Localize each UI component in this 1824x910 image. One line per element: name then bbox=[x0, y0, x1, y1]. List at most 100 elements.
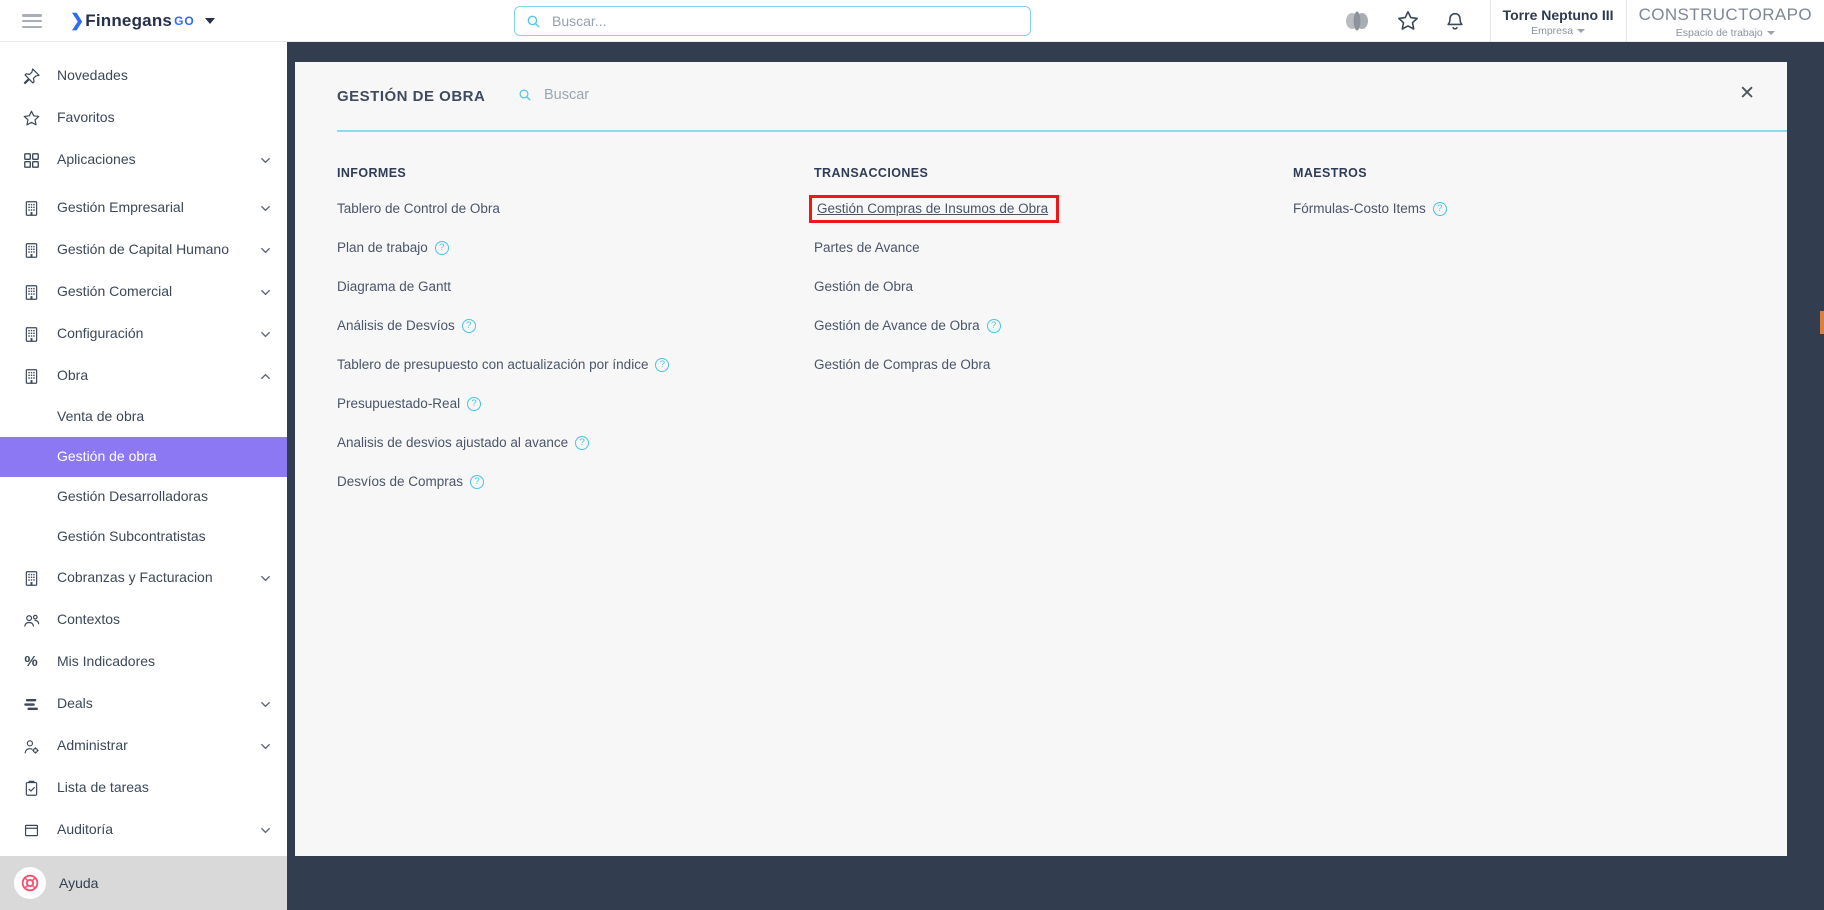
workspace-selector-label: Espacio de trabajo bbox=[1676, 27, 1775, 39]
workspace-selector[interactable]: CONSTRUCTORAPO Espacio de trabajo bbox=[1625, 0, 1824, 42]
sidebar-item-label: Gestión Desarrolladoras bbox=[57, 488, 208, 505]
menu-item-desvios-de-compras[interactable]: Desvíos de Compras bbox=[337, 474, 463, 489]
close-icon[interactable] bbox=[1735, 78, 1759, 109]
logo-arrow-icon bbox=[70, 11, 84, 31]
sidebar-item-cobranzas-y-facturacion[interactable]: Cobranzas y Facturacion bbox=[0, 557, 287, 599]
window-icon bbox=[20, 819, 42, 841]
help-icon[interactable] bbox=[575, 435, 590, 450]
menu-item-partes-de-avance[interactable]: Partes de Avance bbox=[814, 240, 920, 255]
menu-item-row: Gestión de Obra bbox=[814, 277, 1293, 296]
sidebar-item-label: Administrar bbox=[57, 737, 128, 754]
sidebar-item-label: Gestión de obra bbox=[57, 448, 157, 465]
help-icon[interactable] bbox=[470, 474, 485, 489]
sidebar-item-venta-de-obra[interactable]: Venta de obra bbox=[0, 397, 287, 437]
chevron-down-icon[interactable] bbox=[258, 243, 273, 258]
help-bar[interactable]: Ayuda bbox=[0, 856, 287, 910]
chevron-down-icon[interactable] bbox=[258, 571, 273, 586]
help-icon[interactable] bbox=[655, 357, 670, 372]
sidebar-item-mis-indicadores[interactable]: % Mis Indicadores bbox=[0, 641, 287, 683]
help-icon[interactable] bbox=[467, 396, 482, 411]
menu-item-gestion-de-avance-de-obra[interactable]: Gestión de Avance de Obra bbox=[814, 318, 980, 333]
menu-item-row: Gestión Compras de Insumos de Obra bbox=[809, 194, 1293, 223]
menu-item-presupuestado-real[interactable]: Presupuestado-Real bbox=[337, 396, 460, 411]
sidebar-item-gestion-de-capital-humano[interactable]: Gestión de Capital Humano bbox=[0, 229, 287, 271]
global-search-input[interactable] bbox=[550, 12, 1020, 30]
sidebar-item-lista-de-tareas[interactable]: Lista de tareas bbox=[0, 767, 287, 809]
chevron-down-icon[interactable] bbox=[258, 739, 273, 754]
edge-accent bbox=[1820, 311, 1824, 334]
menu-item-tablero-de-presupuesto-con-actualizacion-por-indice[interactable]: Tablero de presupuesto con actualización… bbox=[337, 357, 648, 372]
menu-item-tablero-de-control-de-obra[interactable]: Tablero de Control de Obra bbox=[337, 201, 500, 216]
sidebar-item-novedades[interactable]: Novedades bbox=[0, 55, 287, 97]
sidebar-item-configuracion[interactable]: Configuración bbox=[0, 313, 287, 355]
menu-item-plan-de-trabajo[interactable]: Plan de trabajo bbox=[337, 240, 428, 255]
menu-item-row: Gestión de Avance de Obra bbox=[814, 316, 1293, 335]
help-icon[interactable] bbox=[986, 318, 1001, 333]
sidebar-item-label: Gestión Subcontratistas bbox=[57, 528, 206, 545]
app-logo[interactable]: Finnegans GO bbox=[70, 11, 215, 31]
sidebar-item-gestion-comercial[interactable]: Gestión Comercial bbox=[0, 271, 287, 313]
chevron-down-icon[interactable] bbox=[258, 697, 273, 712]
hamburger-menu-icon[interactable] bbox=[22, 14, 42, 28]
sidebar-item-gestion-empresarial[interactable]: Gestión Empresarial bbox=[0, 187, 287, 229]
sidebar-item-label: Aplicaciones bbox=[57, 151, 136, 168]
chevron-down-icon[interactable] bbox=[258, 823, 273, 838]
chevron-down-icon[interactable] bbox=[258, 201, 273, 216]
sidebar-item-label: Cobranzas y Facturacion bbox=[57, 569, 213, 586]
building-icon bbox=[20, 239, 42, 261]
sidebar-item-gestion-desarrolladoras[interactable]: Gestión Desarrolladoras bbox=[0, 477, 287, 517]
sidebar-item-label: Lista de tareas bbox=[57, 779, 149, 796]
global-search[interactable] bbox=[514, 6, 1031, 36]
assistant-icon[interactable] bbox=[1342, 8, 1372, 34]
module-panel: GESTIÓN DE OBRA INFORMES Tablero de Contr… bbox=[295, 62, 1787, 856]
menu-item-row: Diagrama de Gantt bbox=[337, 277, 814, 296]
menu-item-gestion-compras-de-insumos-de-obra[interactable]: Gestión Compras de Insumos de Obra bbox=[817, 201, 1048, 216]
help-icon[interactable] bbox=[434, 240, 449, 255]
menu-column-maestros: MAESTROS Fórmulas-Costo Items bbox=[1293, 166, 1447, 238]
menu-column-transacciones: TRANSACCIONES Gestión Compras de Insumos … bbox=[809, 166, 1293, 394]
sidebar-item-favoritos[interactable]: Favoritos bbox=[0, 97, 287, 139]
assistant-icon-glyph bbox=[1345, 11, 1368, 31]
column-header: TRANSACCIONES bbox=[814, 166, 929, 180]
backdrop: GESTIÓN DE OBRA INFORMES Tablero de Contr… bbox=[287, 42, 1824, 910]
sidebar-item-contextos[interactable]: Contextos bbox=[0, 599, 287, 641]
sidebar-item-auditoria[interactable]: Auditoría bbox=[0, 809, 287, 851]
sidebar-item-deals[interactable]: Deals bbox=[0, 683, 287, 725]
chevron-down-icon bbox=[1577, 28, 1586, 33]
building-icon bbox=[20, 197, 42, 219]
menu-item-analisis-de-desvios[interactable]: Análisis de Desvíos bbox=[337, 318, 455, 333]
chevron-down-icon[interactable] bbox=[258, 153, 273, 168]
sidebar-item-gestion-subcontratistas[interactable]: Gestión Subcontratistas bbox=[0, 517, 287, 557]
favorites-star-icon[interactable] bbox=[1396, 9, 1420, 33]
sidebar: Novedades Favoritos Aplicaciones Gestión Em… bbox=[0, 42, 287, 910]
panel-search-input[interactable] bbox=[542, 86, 802, 104]
notifications-bell-icon[interactable] bbox=[1444, 10, 1466, 33]
panel-search[interactable] bbox=[517, 86, 837, 104]
sidebar-item-obra[interactable]: Obra bbox=[0, 355, 287, 397]
sidebar-item-aplicaciones[interactable]: Aplicaciones bbox=[0, 139, 287, 181]
chevron-up-icon[interactable] bbox=[258, 369, 273, 384]
help-icon[interactable] bbox=[1432, 201, 1447, 216]
company-selector[interactable]: Torre Neptuno III Empresa bbox=[1489, 0, 1626, 42]
sidebar-item-label: Gestión de Capital Humano bbox=[57, 241, 229, 258]
menu-item-diagrama-de-gantt[interactable]: Diagrama de Gantt bbox=[337, 279, 451, 294]
menu-item-gestion-de-compras-de-obra[interactable]: Gestión de Compras de Obra bbox=[814, 357, 990, 372]
sidebar-item-administrar[interactable]: Administrar bbox=[0, 725, 287, 767]
sidebar-item-label: Obra bbox=[57, 367, 89, 384]
menu-column-informes: INFORMES Tablero de Control de Obra Plan d… bbox=[337, 166, 814, 511]
sidebar-item-gestion-de-obra[interactable]: Gestión de obra bbox=[0, 437, 287, 477]
chevron-down-icon[interactable] bbox=[258, 285, 273, 300]
menu-item-formulas-costo-items[interactable]: Fórmulas-Costo Items bbox=[1293, 201, 1426, 216]
sidebar-item-label: Auditoría bbox=[57, 821, 114, 838]
menu-item-gestion-de-obra[interactable]: Gestión de Obra bbox=[814, 279, 913, 294]
chevron-down-icon[interactable] bbox=[258, 327, 273, 342]
sidebar-item-label: Configuración bbox=[57, 325, 144, 342]
building-icon bbox=[20, 365, 42, 387]
panel-header: GESTIÓN DE OBRA bbox=[295, 62, 1787, 132]
workspace-label-text: Espacio de trabajo bbox=[1675, 26, 1763, 39]
menu-item-analisis-de-desvios-ajustado-al-avance[interactable]: Analisis de desvios ajustado al avance bbox=[337, 435, 568, 450]
logo-brand-text: Finnegans bbox=[85, 11, 173, 30]
help-icon[interactable] bbox=[461, 318, 476, 333]
sidebar-item-label: Mis Indicadores bbox=[57, 653, 156, 670]
logo-caret-icon[interactable] bbox=[204, 18, 215, 24]
